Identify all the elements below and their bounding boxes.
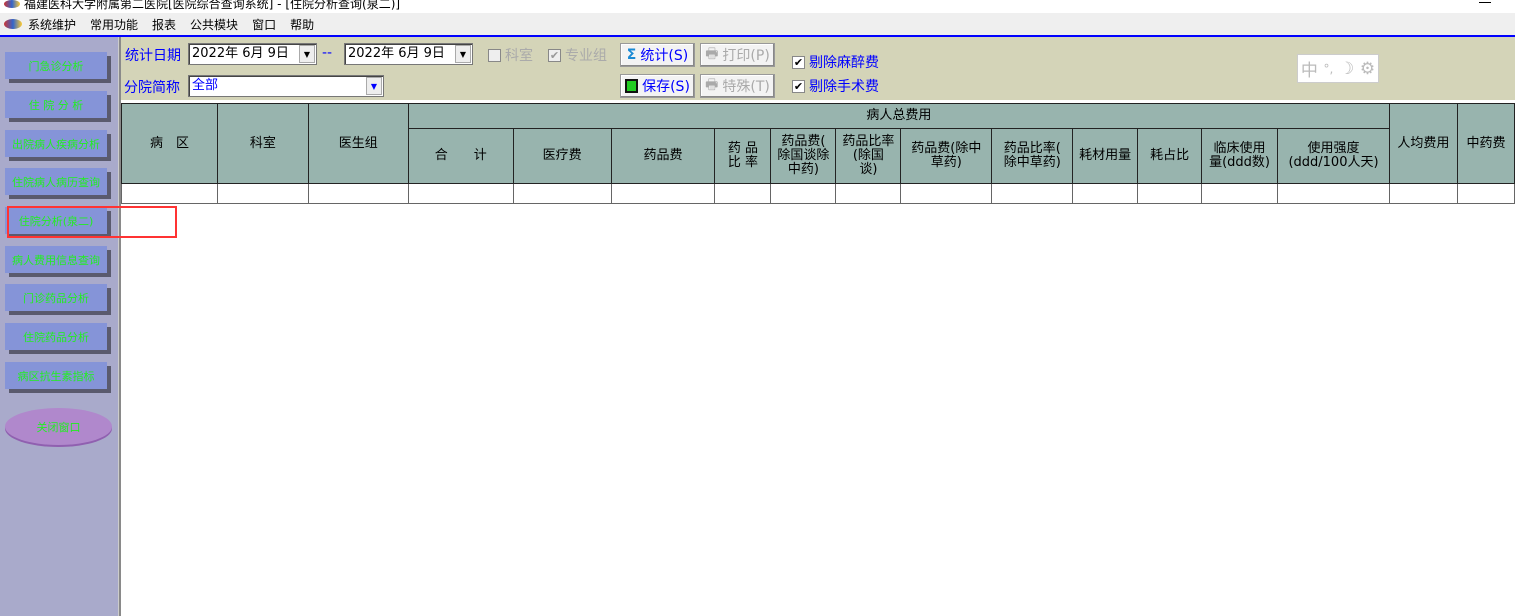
table-cell[interactable] — [307, 183, 409, 204]
exclude-surgery-label: 剔除手术费 — [809, 79, 879, 95]
app-menu-icon[interactable] — [4, 19, 22, 29]
col-sub-header[interactable]: 药品费( 除国谈除 中药) — [770, 128, 837, 184]
col-sub-header[interactable]: 合 计 — [407, 128, 514, 184]
menu-help[interactable]: 帮助 — [290, 16, 314, 33]
table-cell[interactable] — [1072, 183, 1139, 204]
sidebar-item-outpatient-drugs[interactable]: 门诊药品分析 — [5, 284, 107, 311]
col-sub-header[interactable]: 药品费(除中 草药) — [900, 128, 993, 184]
sidebar-item-fees[interactable]: 病人费用信息查询 — [5, 246, 107, 273]
gear-icon[interactable]: ⚙ — [1360, 59, 1375, 79]
date-separator: -- — [322, 45, 333, 61]
branch-value: 全部 — [192, 78, 219, 93]
app-icon — [4, 0, 20, 8]
col-sub-header[interactable]: 耗材用量 — [1072, 128, 1139, 184]
dept-checkbox-label: 科室 — [505, 48, 533, 64]
stat-button[interactable]: Σ 统计(S) — [620, 43, 695, 67]
ime-toolbar[interactable]: 中 °, ☽ ⚙ — [1297, 54, 1379, 83]
table-cell[interactable] — [1201, 183, 1279, 204]
branch-select[interactable]: 全部 ▼ — [188, 75, 384, 97]
save-button[interactable]: 保存(S) — [620, 74, 695, 98]
table-cell[interactable] — [1388, 183, 1458, 204]
print-button[interactable]: 🖶 打印(P) — [700, 43, 775, 67]
date-to-picker[interactable]: 2022年 6月 9日 ▼ — [344, 43, 473, 65]
table-cell[interactable] — [900, 183, 993, 204]
chevron-down-icon[interactable]: ▼ — [455, 45, 471, 63]
table-cell[interactable] — [835, 183, 902, 204]
col-sub-header[interactable]: 使用强度 (ddd/100人天) — [1277, 128, 1390, 184]
sigma-icon: Σ — [626, 47, 637, 63]
col-ward[interactable]: 病 区 — [121, 103, 218, 184]
sidebar-item-inpatient[interactable]: 住 院 分 析 — [5, 91, 107, 118]
menu-common[interactable]: 常用功能 — [90, 16, 138, 33]
exclude-surgery-checkbox[interactable]: ✔ 剔除手术费 — [792, 76, 879, 96]
special-button-label: 特殊(T) — [722, 79, 770, 95]
exclude-anesthesia-checkbox[interactable]: ✔ 剔除麻醉费 — [792, 52, 879, 72]
sidebar-item-antibiotics[interactable]: 病区抗生素指标 — [5, 362, 107, 389]
col-group-total-cost: 病人总费用 — [407, 103, 1390, 129]
floppy-icon — [625, 79, 639, 93]
window-title: 福建医科大学附属第二医院[医院综合查询系统] - [住院分析查询(泉二)] — [24, 0, 401, 11]
table-cell[interactable] — [407, 183, 514, 204]
menu-public[interactable]: 公共模块 — [190, 16, 238, 33]
sidebar-item-inpatient-drugs[interactable]: 住院药品分析 — [5, 323, 107, 350]
col-sub-header[interactable]: 药品比率 (除国 谈) — [835, 128, 902, 184]
col-sub-header[interactable]: 医疗费 — [512, 128, 612, 184]
menu-window[interactable]: 窗口 — [252, 16, 276, 33]
col-dept[interactable]: 科室 — [216, 103, 309, 184]
table-cell[interactable] — [121, 183, 218, 204]
group-checkbox-label: 专业组 — [565, 48, 607, 64]
menu-reports[interactable]: 报表 — [152, 16, 176, 33]
chevron-down-icon[interactable]: ▼ — [299, 45, 315, 63]
table-cell[interactable] — [512, 183, 612, 204]
date-to-value: 2022年 6月 9日 — [348, 46, 445, 61]
stat-button-label: 统计(S) — [640, 48, 689, 64]
print-button-label: 打印(P) — [722, 48, 770, 64]
data-grid: 病 区 科室 医生组 病人总费用 人均费用 中药费 合 计医疗费 药品费药 品 比… — [121, 103, 1515, 204]
close-window-button[interactable]: 关闭窗口 — [5, 408, 112, 445]
dept-checkbox[interactable]: 科室 — [488, 45, 533, 65]
exclude-anesthesia-label: 剔除麻醉费 — [809, 55, 879, 71]
col-sub-header[interactable]: 药品费 — [610, 128, 716, 184]
save-button-label: 保存(S) — [642, 79, 690, 95]
col-doctor-group[interactable]: 医生组 — [307, 103, 409, 184]
col-avg-cost[interactable]: 人均费用 — [1388, 103, 1458, 184]
printer-icon: 🖶 — [705, 77, 719, 93]
table-cell[interactable] — [991, 183, 1074, 204]
table-cell[interactable] — [216, 183, 309, 204]
date-from-picker[interactable]: 2022年 6月 9日 ▼ — [188, 43, 317, 65]
menu-bar: 系统维护 常用功能 报表 公共模块 窗口 帮助 — [0, 13, 1515, 35]
sidebar-item-discharge-disease[interactable]: 出院病人疾病分析 — [5, 130, 107, 157]
table-cell[interactable] — [610, 183, 716, 204]
ime-moon-icon[interactable]: ☽ — [1339, 59, 1354, 79]
table-cell[interactable] — [714, 183, 772, 204]
special-button[interactable]: 🖶 特殊(T) — [700, 74, 775, 98]
col-sub-header[interactable]: 药 品 比 率 — [714, 128, 772, 184]
branch-label: 分院简称 — [124, 80, 180, 96]
col-tcm-cost[interactable]: 中药费 — [1456, 103, 1515, 184]
table-cell[interactable] — [770, 183, 837, 204]
chevron-down-icon[interactable]: ▼ — [366, 77, 382, 95]
title-bar: 福建医科大学附属第二医院[医院综合查询系统] - [住院分析查询(泉二)] — [0, 0, 1515, 13]
table-cell[interactable] — [1277, 183, 1390, 204]
date-from-value: 2022年 6月 9日 — [192, 46, 289, 61]
col-sub-header[interactable]: 临床使用 量(ddd数) — [1201, 128, 1279, 184]
menu-system[interactable]: 系统维护 — [28, 16, 76, 33]
group-checkbox[interactable]: ✔ 专业组 — [548, 45, 607, 65]
table-cell[interactable] — [1137, 183, 1203, 204]
col-sub-header[interactable]: 药品比率( 除中草药) — [991, 128, 1074, 184]
sidebar-item-records[interactable]: 住院病人病历查询 — [5, 168, 107, 195]
ime-language-icon[interactable]: 中 — [1301, 56, 1318, 81]
col-sub-header[interactable]: 耗占比 — [1137, 128, 1203, 184]
ime-punctuation-icon[interactable]: °, — [1323, 62, 1333, 76]
date-label: 统计日期 — [125, 48, 181, 64]
sidebar-item-outpatient[interactable]: 门急诊分析 — [5, 52, 107, 79]
table-cell[interactable] — [1456, 183, 1515, 204]
minimize-button[interactable] — [1479, 2, 1491, 3]
selection-highlight — [7, 206, 177, 238]
printer-icon: 🖶 — [705, 46, 719, 62]
